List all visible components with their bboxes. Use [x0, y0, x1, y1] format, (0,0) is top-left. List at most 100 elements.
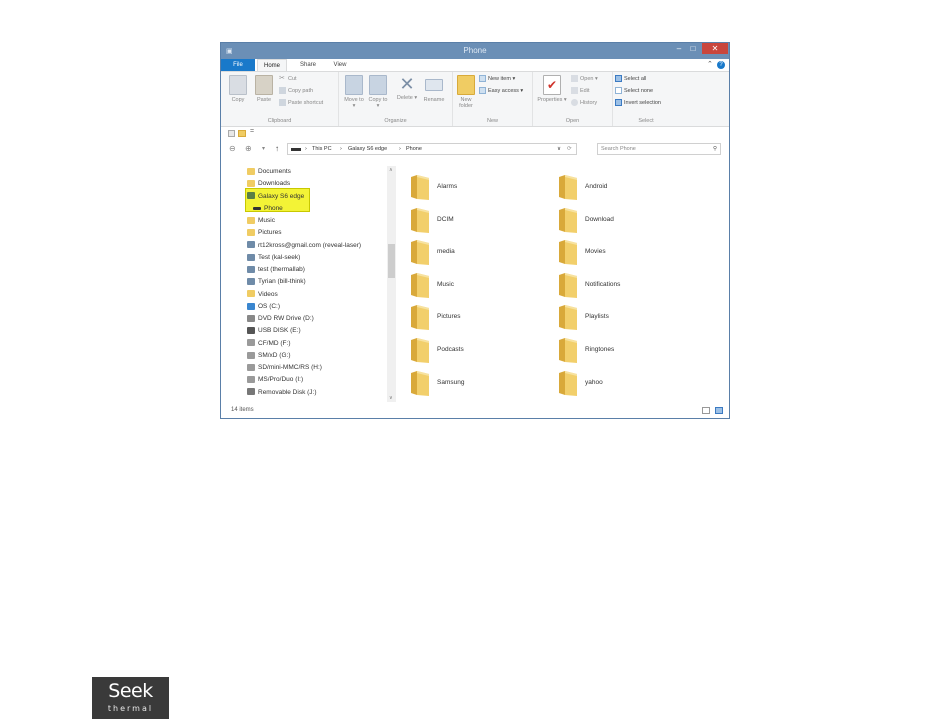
- properties-qat-icon[interactable]: [228, 130, 235, 137]
- folder-item[interactable]: Alarms: [405, 172, 545, 202]
- open-button[interactable]: Open ▾: [571, 75, 598, 83]
- nav-item[interactable]: rt12kross@gmail.com (reveal-laser): [247, 240, 361, 251]
- invert-selection-button[interactable]: Invert selection: [615, 99, 661, 107]
- address-bar[interactable]: › This PC › Galaxy S6 edge › Phone ∨ ⟳: [287, 143, 577, 155]
- folder-item[interactable]: Ringtones: [553, 335, 693, 365]
- nav-item[interactable]: Test (kal-seek): [247, 252, 300, 263]
- folder-item[interactable]: DCIM: [405, 205, 545, 235]
- scroll-thumb[interactable]: [388, 244, 395, 278]
- nav-item[interactable]: Pictures: [247, 227, 281, 238]
- rename-button[interactable]: Rename: [421, 75, 447, 103]
- history-button[interactable]: History: [571, 99, 597, 107]
- move-to-button[interactable]: Move to ▾: [343, 75, 365, 109]
- folder-icon: [559, 338, 577, 363]
- history-icon: [571, 99, 578, 107]
- search-icon[interactable]: ⚲: [713, 144, 717, 154]
- breadcrumb-phone[interactable]: Phone: [406, 144, 422, 154]
- new-group-label: New: [486, 118, 498, 124]
- details-view-icon[interactable]: [702, 407, 710, 414]
- select-none-button[interactable]: Select none: [615, 87, 653, 95]
- nav-item[interactable]: SD/mini-MMC/RS (H:): [247, 362, 322, 373]
- large-icons-view-icon[interactable]: [715, 407, 723, 414]
- nav-item[interactable]: Phone: [253, 203, 283, 214]
- cut-label: Cut: [288, 76, 297, 82]
- folder-item[interactable]: Movies: [553, 237, 693, 267]
- breadcrumb-galaxy[interactable]: Galaxy S6 edge: [348, 144, 387, 154]
- minimize-button[interactable]: –: [672, 43, 686, 54]
- delete-button[interactable]: ✕ Delete ▾: [395, 75, 419, 101]
- copy-icon: [229, 75, 247, 95]
- nav-item[interactable]: USB DISK (E:): [247, 325, 301, 336]
- nav-item[interactable]: test (thermallab): [247, 264, 305, 275]
- select-all-button[interactable]: Select all: [615, 75, 646, 83]
- breadcrumb-this-pc[interactable]: This PC: [312, 144, 332, 154]
- network-drive-icon: [247, 253, 255, 261]
- nav-item[interactable]: DVD RW Drive (D:): [247, 313, 314, 324]
- tab-share[interactable]: Share: [293, 59, 323, 71]
- folder-icon: [411, 240, 429, 266]
- new-folder-qat-icon[interactable]: [238, 130, 246, 137]
- refresh-icon[interactable]: ⟳: [567, 144, 572, 154]
- network-drive-icon: [247, 241, 255, 249]
- folder-item[interactable]: Android: [553, 172, 693, 202]
- forward-button[interactable]: ⊕: [245, 144, 252, 153]
- edit-label: Edit: [580, 88, 590, 94]
- tab-file[interactable]: File: [221, 59, 255, 71]
- close-button[interactable]: ✕: [702, 43, 728, 54]
- nav-item[interactable]: Downloads: [247, 178, 290, 189]
- nav-item[interactable]: SM/xD (G:): [247, 350, 291, 361]
- nav-item[interactable]: Videos: [247, 289, 278, 300]
- folder-item[interactable]: yahoo: [553, 368, 693, 398]
- folder-item[interactable]: Download: [553, 205, 693, 235]
- nav-item[interactable]: Tyrian (bill-think): [247, 276, 306, 287]
- scroll-down-button[interactable]: ∨: [389, 395, 393, 401]
- nav-item[interactable]: Removable Disk (J:): [247, 387, 317, 398]
- help-icon[interactable]: ?: [717, 61, 725, 69]
- tab-view[interactable]: View: [327, 59, 353, 71]
- easy-access-button[interactable]: Easy access ▾: [479, 87, 523, 95]
- folder-item[interactable]: Samsung: [405, 368, 545, 398]
- copy-button[interactable]: Copy: [227, 75, 249, 103]
- back-button[interactable]: ⊖: [229, 144, 236, 153]
- up-button[interactable]: ↑: [275, 144, 279, 153]
- nav-item-label: Downloads: [258, 180, 291, 188]
- nav-item[interactable]: OS (C:): [247, 301, 280, 312]
- nav-item[interactable]: Galaxy S6 edge: [247, 191, 304, 202]
- address-dropdown-icon[interactable]: ∨: [557, 144, 561, 154]
- new-item-button[interactable]: New item ▾: [479, 75, 515, 83]
- title-bar[interactable]: ▣ Phone – □ ✕: [221, 43, 729, 59]
- folder-icon: [247, 180, 255, 188]
- phone-icon: [247, 192, 255, 200]
- search-placeholder: Search Phone: [601, 146, 636, 152]
- tab-home[interactable]: Home: [257, 59, 287, 71]
- nav-item[interactable]: Documents: [247, 166, 291, 177]
- cut-button[interactable]: ✂ Cut: [279, 75, 297, 83]
- scroll-up-button[interactable]: ∧: [389, 167, 393, 173]
- folder-icon: [559, 207, 577, 233]
- copy-to-button[interactable]: Copy to ▾: [367, 75, 389, 109]
- folder-item[interactable]: media: [405, 237, 545, 267]
- properties-button[interactable]: ✔ Properties ▾: [535, 75, 569, 103]
- nav-item[interactable]: CF/MD (F:): [247, 338, 291, 349]
- search-input[interactable]: Search Phone ⚲: [597, 143, 721, 155]
- folder-item[interactable]: Music: [405, 270, 545, 300]
- folder-item[interactable]: Pictures: [405, 302, 545, 332]
- copy-path-button[interactable]: Copy path: [279, 87, 313, 95]
- qat-dropdown-icon[interactable]: =: [250, 128, 254, 135]
- maximize-button[interactable]: □: [686, 43, 700, 54]
- clipboard-group-label: Clipboard: [267, 118, 292, 124]
- folder-item[interactable]: Notifications: [553, 270, 693, 300]
- folder-item[interactable]: Playlists: [553, 302, 693, 332]
- edit-button[interactable]: Edit: [571, 87, 589, 95]
- new-folder-button[interactable]: New folder: [455, 75, 477, 109]
- folder-item[interactable]: Podcasts: [405, 335, 545, 365]
- nav-scrollbar[interactable]: ∧ ∨: [387, 166, 396, 402]
- nav-item[interactable]: Music: [247, 215, 275, 226]
- paste-shortcut-button[interactable]: Paste shortcut: [279, 99, 323, 107]
- paste-button[interactable]: Paste: [253, 75, 275, 103]
- folder-name: Movies: [585, 248, 606, 256]
- nav-item[interactable]: MS/Pro/Duo (I:): [247, 374, 303, 385]
- dvd-drive-icon: [247, 314, 255, 322]
- ribbon-collapse-icon[interactable]: ⌃: [707, 60, 713, 68]
- recent-locations-button[interactable]: ▾: [262, 145, 265, 152]
